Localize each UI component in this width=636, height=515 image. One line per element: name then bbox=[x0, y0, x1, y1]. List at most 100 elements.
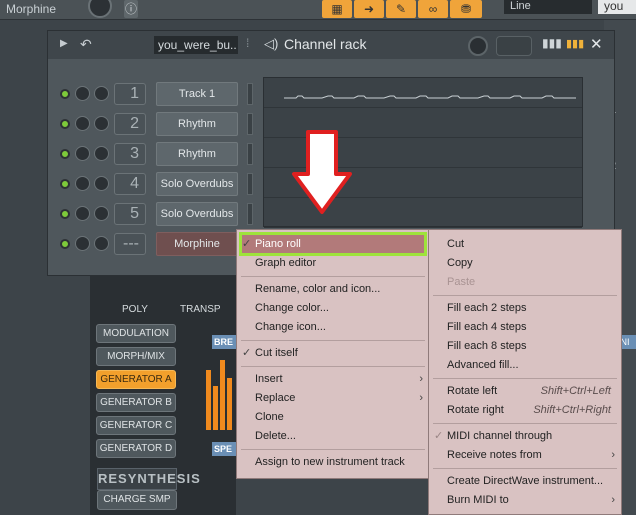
channel-button[interactable]: Rhythm bbox=[156, 112, 238, 136]
menu-item-burn-midi[interactable]: Burn MIDI to › bbox=[429, 491, 621, 509]
pen-icon[interactable]: ✎ bbox=[386, 0, 416, 18]
menu-item-midi-through[interactable]: ✓ MIDI channel through bbox=[429, 427, 621, 445]
generator-b-button[interactable]: GENERATOR B bbox=[96, 393, 176, 412]
mixer-track-number[interactable]: 4 bbox=[114, 173, 146, 195]
mute-led[interactable] bbox=[60, 239, 70, 249]
pan-knob[interactable] bbox=[75, 176, 90, 191]
channel-rack-titlebar[interactable]: ▶ ↶ you_were_bu.. ⁞ ◁) Channel rack ▮▮▮ … bbox=[48, 31, 614, 59]
mute-led[interactable] bbox=[60, 149, 70, 159]
menu-item-label: Fill each 4 steps bbox=[447, 321, 527, 333]
channel-select-indicator[interactable] bbox=[247, 173, 253, 195]
sequencer-row[interactable] bbox=[264, 78, 582, 108]
close-icon[interactable]: ✕ bbox=[590, 35, 603, 53]
menu-separator bbox=[241, 449, 425, 450]
swing-slider[interactable] bbox=[496, 36, 532, 56]
menu-item-rotate-left[interactable]: Rotate left Shift+Ctrl+Left bbox=[429, 382, 621, 400]
channel-button[interactable]: Track 1 bbox=[156, 82, 238, 106]
menu-item-receive-notes[interactable]: Receive notes from › bbox=[429, 446, 621, 464]
pattern-name-field[interactable]: you_were_bu.. bbox=[154, 36, 238, 54]
mute-led[interactable] bbox=[60, 209, 70, 219]
drag-handle-icon[interactable]: ⁞ bbox=[246, 36, 249, 50]
mixer-track-number[interactable]: 2 bbox=[114, 113, 146, 135]
menu-arrow-icon[interactable]: ▶ bbox=[60, 38, 68, 49]
channel-rack-toolbar-icon[interactable]: ▦ bbox=[322, 0, 352, 18]
menu-item-rotate-right[interactable]: Rotate right Shift+Ctrl+Right bbox=[429, 401, 621, 419]
menu-item-insert[interactable]: Insert › bbox=[237, 370, 429, 388]
channel-button[interactable]: Rhythm bbox=[156, 142, 238, 166]
window-title: Channel rack bbox=[284, 36, 367, 52]
channel-select-indicator[interactable] bbox=[247, 203, 253, 225]
charge-sample-button[interactable]: CHARGE SMP bbox=[97, 490, 177, 510]
check-icon: ✓ bbox=[242, 347, 252, 359]
menu-item-graph-editor[interactable]: Graph editor bbox=[237, 254, 429, 272]
mute-led[interactable] bbox=[60, 119, 70, 129]
menu-item-change-icon[interactable]: Change icon... bbox=[237, 318, 429, 336]
menu-item-label: Copy bbox=[447, 257, 473, 269]
pan-knob[interactable] bbox=[75, 236, 90, 251]
menu-item-label: Advanced fill... bbox=[447, 359, 519, 371]
menu-item-label: Burn MIDI to bbox=[447, 494, 509, 506]
mute-led[interactable] bbox=[60, 89, 70, 99]
menu-item-replace[interactable]: Replace › bbox=[237, 389, 429, 407]
pan-knob[interactable] bbox=[75, 146, 90, 161]
swing-knob[interactable] bbox=[468, 36, 488, 56]
mixer-track-number[interactable]: 3 bbox=[114, 143, 146, 165]
menu-item-assign-track[interactable]: Assign to new instrument track bbox=[237, 453, 429, 471]
stamp-icon[interactable]: ⛃ bbox=[450, 0, 482, 18]
undo-icon[interactable]: ↶ bbox=[80, 36, 92, 53]
check-icon: ✓ bbox=[242, 238, 252, 250]
step-grid-icon[interactable]: ▮▮▮ bbox=[566, 37, 584, 50]
mixer-track-number[interactable]: --- bbox=[114, 233, 146, 255]
arrow-right-icon[interactable]: ➜ bbox=[354, 0, 384, 18]
menu-item-rename[interactable]: Rename, color and icon... bbox=[237, 280, 429, 298]
volume-knob[interactable] bbox=[94, 146, 109, 161]
tab-poly[interactable]: POLY bbox=[122, 304, 148, 315]
hint-text: you bbox=[598, 0, 636, 14]
menu-item-fill-2[interactable]: Fill each 2 steps bbox=[429, 299, 621, 317]
master-volume-knob[interactable] bbox=[88, 0, 112, 18]
menu-item-cut-itself[interactable]: ✓ Cut itself bbox=[237, 344, 429, 362]
modulation-button[interactable]: MODULATION bbox=[96, 324, 176, 343]
menu-item-cut[interactable]: Cut bbox=[429, 235, 621, 253]
menu-item-advanced-fill[interactable]: Advanced fill... bbox=[429, 356, 621, 374]
channel-button[interactable]: Solo Overdubs bbox=[156, 172, 238, 196]
pan-knob[interactable] bbox=[75, 116, 90, 131]
volume-knob[interactable] bbox=[94, 116, 109, 131]
menu-item-label: Delete... bbox=[255, 430, 296, 442]
tab-transp[interactable]: TRANSP bbox=[180, 304, 221, 315]
menu-item-clone[interactable]: Clone bbox=[237, 408, 429, 426]
generator-a-button[interactable]: GENERATOR A bbox=[96, 370, 176, 389]
channel-button-selected[interactable]: Morphine bbox=[156, 232, 238, 256]
channel-select-indicator[interactable] bbox=[247, 113, 253, 135]
menu-item-fill-8[interactable]: Fill each 8 steps bbox=[429, 337, 621, 355]
generator-d-button[interactable]: GENERATOR D bbox=[96, 439, 176, 458]
menu-item-delete[interactable]: Delete... bbox=[237, 427, 429, 445]
resynthesis-label: RESYNTHESIS bbox=[97, 468, 200, 490]
menu-item-fill-4[interactable]: Fill each 4 steps bbox=[429, 318, 621, 336]
mixer-track-number[interactable]: 1 bbox=[114, 83, 146, 105]
pan-knob[interactable] bbox=[75, 206, 90, 221]
channel-select-indicator[interactable] bbox=[247, 83, 253, 105]
snap-select[interactable]: Line bbox=[504, 0, 592, 14]
volume-knob[interactable] bbox=[94, 236, 109, 251]
info-icon[interactable]: ⓘ bbox=[124, 0, 138, 18]
channel-select-indicator[interactable] bbox=[247, 143, 253, 165]
magnet-icon[interactable]: ∞ bbox=[418, 0, 448, 18]
menu-item-create-directwave[interactable]: Create DirectWave instrument... bbox=[429, 472, 621, 490]
volume-knob[interactable] bbox=[94, 206, 109, 221]
graph-icon[interactable]: ▮▮▮ bbox=[542, 36, 562, 50]
mixer-track-number[interactable]: 5 bbox=[114, 203, 146, 225]
menu-item-piano-roll[interactable]: ✓ Piano roll bbox=[237, 235, 429, 253]
menu-item-change-color[interactable]: Change color... bbox=[237, 299, 429, 317]
menu-separator bbox=[241, 276, 425, 277]
generator-c-button[interactable]: GENERATOR C bbox=[96, 416, 176, 435]
mute-led[interactable] bbox=[60, 179, 70, 189]
morph-mix-button[interactable]: MORPH/MIX bbox=[96, 347, 176, 366]
menu-item-copy[interactable]: Copy bbox=[429, 254, 621, 272]
channel-button[interactable]: Solo Overdubs bbox=[156, 202, 238, 226]
pan-knob[interactable] bbox=[75, 86, 90, 101]
volume-knob[interactable] bbox=[94, 86, 109, 101]
menu-item-label: Cut itself bbox=[255, 347, 298, 359]
menu-item-label: Piano roll bbox=[255, 238, 301, 250]
volume-knob[interactable] bbox=[94, 176, 109, 191]
